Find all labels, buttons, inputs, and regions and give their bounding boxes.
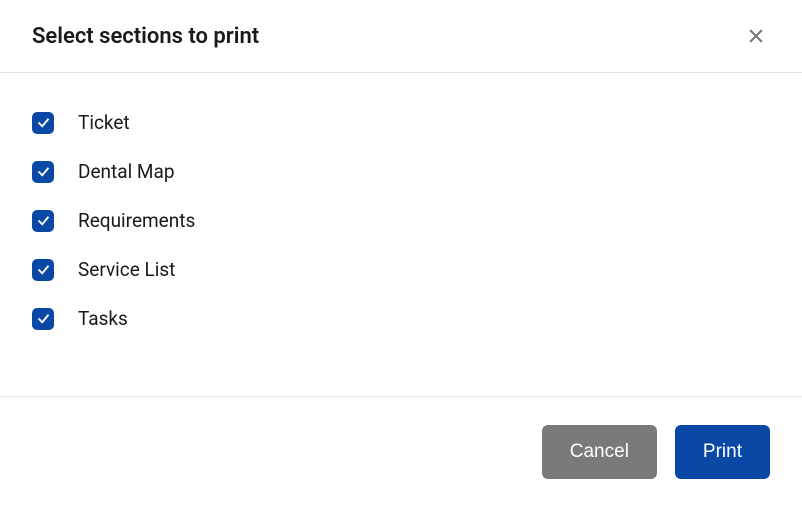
checkmark-icon [36, 262, 51, 277]
checkbox-label[interactable]: Tasks [78, 307, 128, 330]
dialog-title: Select sections to print [32, 24, 259, 49]
section-row-service-list: Service List [32, 258, 770, 281]
section-row-dental-map: Dental Map [32, 160, 770, 183]
checkbox-tasks[interactable] [32, 308, 54, 330]
checkbox-label[interactable]: Requirements [78, 209, 195, 232]
checkmark-icon [36, 164, 51, 179]
section-row-requirements: Requirements [32, 209, 770, 232]
dialog-footer: Cancel Print [0, 396, 802, 507]
checkbox-ticket[interactable] [32, 112, 54, 134]
cancel-button[interactable]: Cancel [542, 425, 657, 479]
checkmark-icon [36, 311, 51, 326]
print-sections-dialog: Select sections to print Ticket Dental M… [0, 0, 802, 507]
section-row-ticket: Ticket [32, 111, 770, 134]
dialog-body: Ticket Dental Map Requirements Service L… [0, 73, 802, 396]
close-button[interactable] [742, 22, 770, 50]
checkbox-requirements[interactable] [32, 210, 54, 232]
sections-checkbox-list: Ticket Dental Map Requirements Service L… [32, 111, 770, 330]
checkmark-icon [36, 115, 51, 130]
section-row-tasks: Tasks [32, 307, 770, 330]
checkbox-label[interactable]: Ticket [78, 111, 130, 134]
checkbox-dental-map[interactable] [32, 161, 54, 183]
checkmark-icon [36, 213, 51, 228]
close-icon [746, 26, 766, 46]
checkbox-service-list[interactable] [32, 259, 54, 281]
checkbox-label[interactable]: Service List [78, 258, 175, 281]
checkbox-label[interactable]: Dental Map [78, 160, 175, 183]
dialog-header: Select sections to print [0, 0, 802, 73]
print-button[interactable]: Print [675, 425, 770, 479]
